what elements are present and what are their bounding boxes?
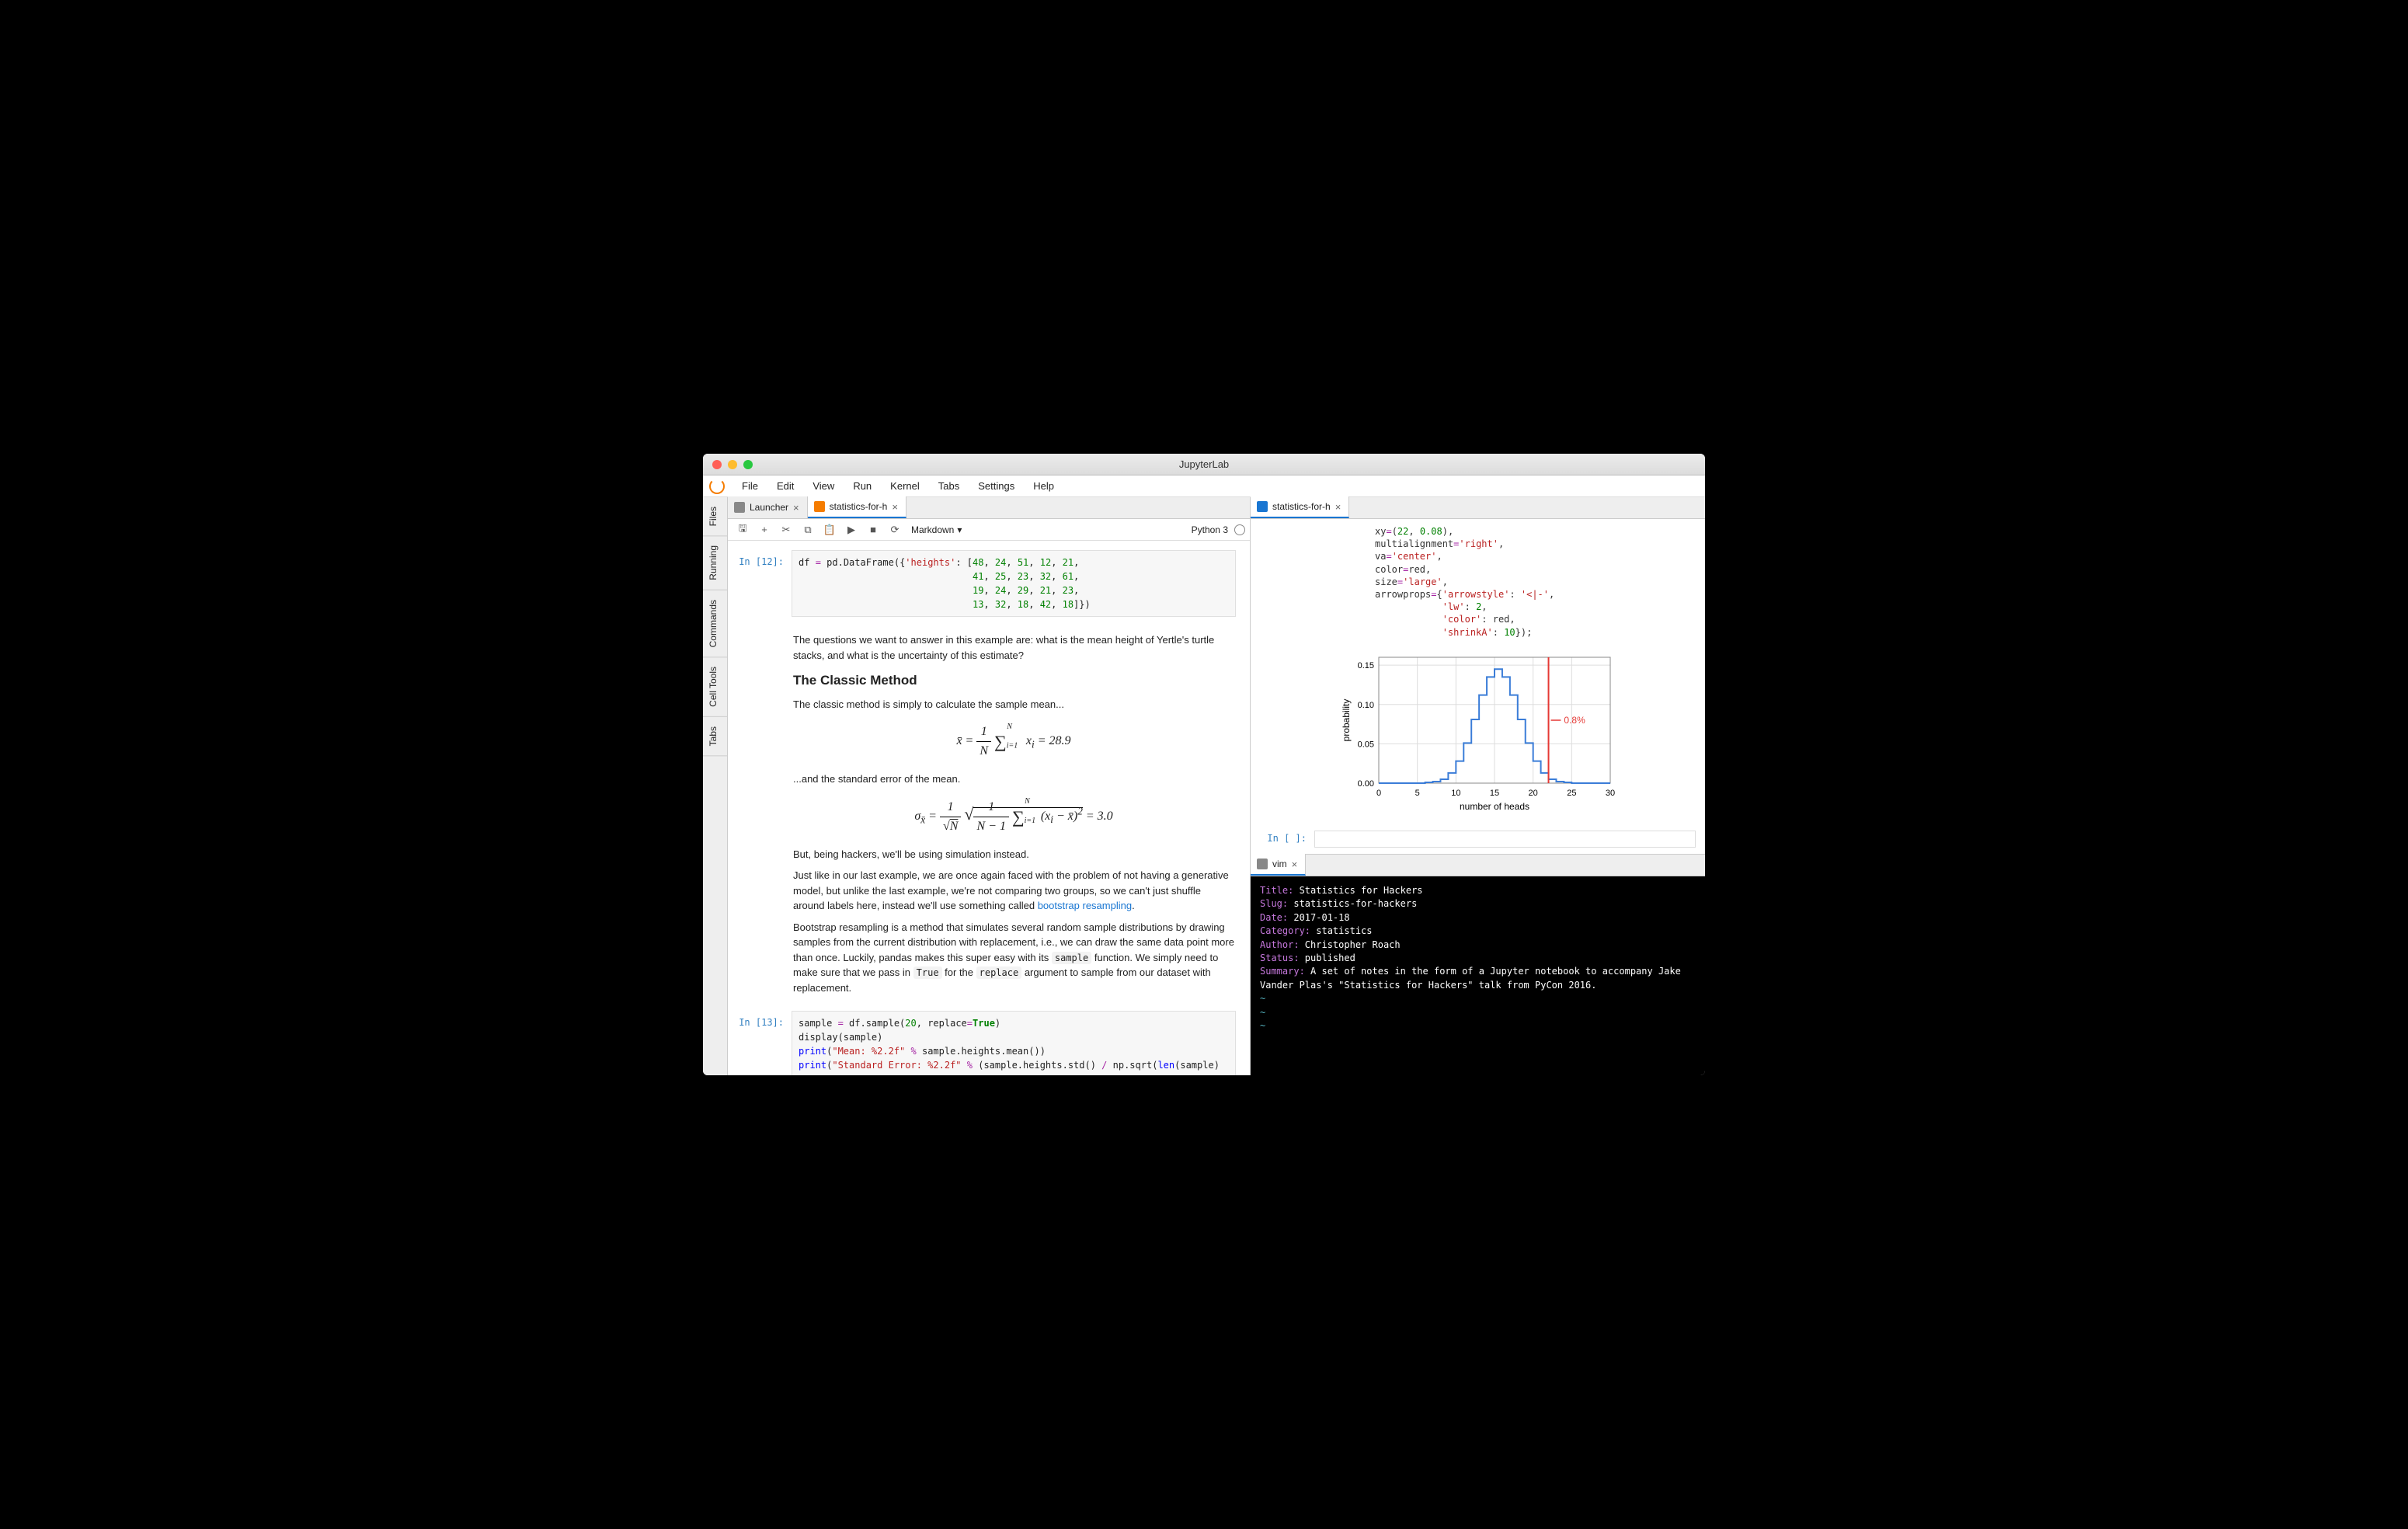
left-dock-panel: Launcher × statistics-for-h × 🖫 + ✂ ⧉ 📋 [728, 497, 1251, 1075]
run-icon[interactable]: ▶ [841, 521, 861, 539]
svg-text:0.00: 0.00 [1357, 779, 1373, 789]
chevron-down-icon: ▾ [957, 524, 962, 535]
notebook-toolbar: 🖫 + ✂ ⧉ 📋 ▶ ■ ⟳ Markdown▾ Python 3 [728, 519, 1250, 541]
app-window: JupyterLab File Edit View Run Kernel Tab… [703, 454, 1705, 1075]
sidetab-running[interactable]: Running [703, 536, 727, 590]
terminal-output[interactable]: Title: Statistics for Hackers Slug: stat… [1251, 876, 1705, 1075]
markdown-text: The questions we want to answer in this … [793, 632, 1234, 663]
notebook-icon [814, 501, 825, 512]
menu-run[interactable]: Run [845, 477, 879, 495]
svg-text:probability: probability [1341, 699, 1352, 742]
sidetab-tabs[interactable]: Tabs [703, 717, 727, 756]
empty-code-cell[interactable] [1314, 831, 1696, 848]
markdown-heading: The Classic Method [793, 670, 1234, 691]
code-cell-body[interactable]: df = pd.DataFrame({'heights': [48, 24, 5… [792, 550, 1236, 617]
cell-type-select[interactable]: Markdown▾ [906, 524, 966, 535]
save-icon[interactable]: 🖫 [732, 521, 753, 539]
svg-text:0.15: 0.15 [1357, 661, 1373, 670]
sidetab-commands[interactable]: Commands [703, 590, 727, 657]
left-tabbar: Launcher × statistics-for-h × [728, 497, 1250, 519]
close-icon[interactable]: × [892, 501, 898, 513]
svg-text:number of heads: number of heads [1459, 801, 1529, 812]
restart-icon[interactable]: ⟳ [885, 521, 905, 539]
tab-label: vim [1272, 859, 1287, 869]
menu-tabs[interactable]: Tabs [931, 477, 967, 495]
menubar: File Edit View Run Kernel Tabs Settings … [703, 475, 1705, 497]
math-formula: x̄ = 1N ∑i=1N xi = 28.9 [793, 723, 1234, 761]
markdown-text: ...and the standard error of the mean. [793, 771, 1234, 787]
menu-view[interactable]: View [805, 477, 842, 495]
sidetab-files[interactable]: Files [703, 497, 727, 536]
tab-notebook-left[interactable]: statistics-for-h × [808, 496, 906, 518]
cell-prompt: In [12]: [737, 550, 792, 617]
probability-chart: 0.8% 0 5 10 15 20 25 30 0.00 0.05 0.10 0.15 number o… [1338, 650, 1618, 813]
menu-settings[interactable]: Settings [970, 477, 1022, 495]
close-icon[interactable]: × [1335, 501, 1341, 513]
tab-notebook-right[interactable]: statistics-for-h × [1251, 496, 1349, 518]
markdown-text: Bootstrap resampling is a method that si… [793, 920, 1234, 996]
kernel-status-icon [1234, 524, 1245, 535]
cell-prompt: In [13]: [737, 1011, 792, 1075]
right-dock-panel: statistics-for-h × xy=(22, 0.08), multia… [1251, 497, 1705, 1075]
left-sidebar: Files Running Commands Cell Tools Tabs [703, 497, 728, 1075]
terminal-icon [1257, 859, 1268, 869]
svg-text:20: 20 [1528, 789, 1537, 798]
window-title: JupyterLab [703, 458, 1705, 470]
cell-prompt: In [ ]: [1260, 831, 1314, 848]
svg-text:15: 15 [1489, 789, 1498, 798]
close-icon[interactable]: × [1292, 859, 1298, 870]
close-icon[interactable]: × [793, 502, 799, 514]
paste-icon[interactable]: 📋 [819, 521, 840, 539]
menu-help[interactable]: Help [1025, 477, 1062, 495]
markdown-text: The classic method is simply to calculat… [793, 697, 1234, 712]
tab-label: statistics-for-h [1272, 501, 1331, 512]
markdown-text: Just like in our last example, we are on… [793, 868, 1234, 914]
jupyter-logo-icon [709, 479, 725, 494]
sidetab-cell-tools[interactable]: Cell Tools [703, 657, 727, 717]
svg-text:0.8%: 0.8% [1564, 715, 1585, 726]
copy-icon[interactable]: ⧉ [798, 521, 818, 539]
cut-icon[interactable]: ✂ [776, 521, 796, 539]
menu-edit[interactable]: Edit [769, 477, 802, 495]
notebook-content[interactable]: In [12]: df = pd.DataFrame({'heights': [… [728, 541, 1250, 1075]
markdown-text: But, being hackers, we'll be using simul… [793, 847, 1234, 862]
launcher-icon [734, 502, 745, 513]
code-cell-body[interactable]: sample = df.sample(20, replace=True) dis… [792, 1011, 1236, 1075]
tab-label: Launcher [750, 502, 788, 513]
svg-text:0: 0 [1376, 789, 1380, 798]
svg-text:25: 25 [1567, 789, 1576, 798]
svg-text:0.05: 0.05 [1357, 740, 1373, 750]
menu-file[interactable]: File [734, 477, 766, 495]
tab-label: statistics-for-h [830, 501, 888, 512]
svg-text:0.10: 0.10 [1357, 701, 1373, 710]
add-cell-icon[interactable]: + [754, 521, 774, 539]
menu-kernel[interactable]: Kernel [882, 477, 927, 495]
svg-text:5: 5 [1415, 789, 1419, 798]
tab-terminal[interactable]: vim × [1251, 854, 1306, 876]
code-output: xy=(22, 0.08), multialignment='right', v… [1251, 519, 1705, 642]
tab-launcher[interactable]: Launcher × [728, 496, 808, 518]
stop-icon[interactable]: ■ [863, 521, 883, 539]
svg-text:30: 30 [1605, 789, 1614, 798]
svg-text:10: 10 [1451, 789, 1460, 798]
notebook-icon [1257, 501, 1268, 512]
math-formula: σx̄ = 1√N √1N − 1 ∑i=1N(xi − x̄)2 = 3.0 [793, 798, 1234, 836]
titlebar: JupyterLab [703, 454, 1705, 475]
kernel-name[interactable]: Python 3 [1187, 524, 1233, 535]
